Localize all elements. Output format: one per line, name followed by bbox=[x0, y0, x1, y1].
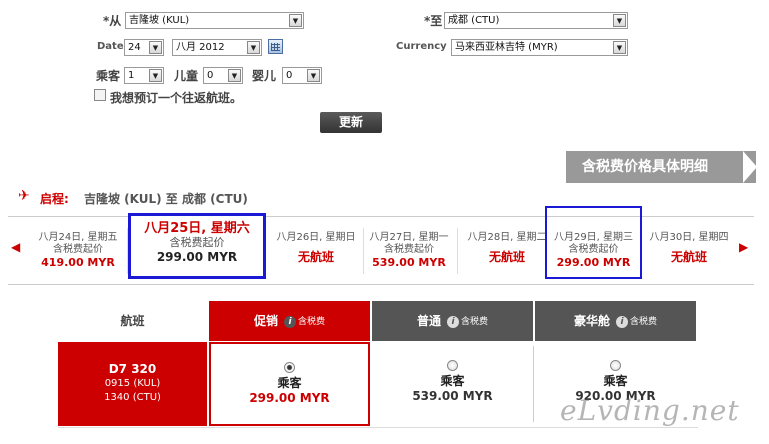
fare-price: 299.00 MYR bbox=[249, 391, 330, 405]
day-cell[interactable]: 八月30日, 星期四 无航班 bbox=[640, 220, 738, 280]
fare-header-promo: 促销 i 含税费 bbox=[209, 301, 370, 341]
flight-arrival: 1340 (CTU) bbox=[104, 392, 161, 403]
watermark: eLvding.net bbox=[560, 394, 740, 427]
fare-price: 539.00 MYR bbox=[412, 389, 493, 403]
info-icon[interactable]: i bbox=[616, 315, 628, 328]
table-bottom-border bbox=[58, 427, 698, 428]
child-select[interactable]: 0 ▼ bbox=[203, 67, 243, 84]
fare-header-premium: 豪华舱 i 含税费 bbox=[535, 301, 696, 341]
strip-bottom-border bbox=[8, 284, 754, 285]
day-price: 299.00 MYR bbox=[556, 256, 631, 269]
fare-name: 普通 bbox=[416, 314, 441, 328]
fare-header-standard: 普通 i 含税费 bbox=[372, 301, 533, 341]
child-value: 0 bbox=[207, 70, 214, 81]
day-date: 八月29日, 星期三 bbox=[553, 232, 634, 243]
currency-label: Currency bbox=[396, 41, 447, 52]
child-label: 儿童 bbox=[174, 69, 199, 83]
to-label: *至 bbox=[424, 14, 443, 28]
from-value: 吉隆坡 (KUL) bbox=[129, 15, 190, 26]
update-button[interactable]: 更新 bbox=[320, 112, 382, 133]
day-cell-selected[interactable]: 八月25日, 星期六 含税费起价 299.00 MYR bbox=[128, 213, 266, 279]
currency-select[interactable]: 马来西亚林吉特 (MYR) ▼ bbox=[451, 39, 628, 56]
from-label: *从 bbox=[103, 14, 122, 28]
day-cell[interactable]: 八月24日, 星期五 含税费起价 419.00 MYR bbox=[29, 220, 127, 280]
day-sub: 含税费起价 bbox=[169, 236, 225, 249]
day-no-flight: 无航班 bbox=[488, 250, 525, 264]
chevron-down-icon: ▼ bbox=[289, 14, 302, 27]
flight-number: D7 320 bbox=[108, 362, 157, 376]
day-cell[interactable]: 八月27日, 星期一 含税费起价 539.00 MYR bbox=[360, 220, 458, 280]
fare-radio[interactable] bbox=[447, 360, 458, 371]
adult-value: 1 bbox=[128, 70, 135, 81]
fare-cell-promo[interactable]: 乘客 299.00 MYR bbox=[209, 342, 370, 426]
day-price: 539.00 MYR bbox=[372, 256, 446, 269]
day-cell-highlighted[interactable]: 八月29日, 星期三 含税费起价 299.00 MYR bbox=[545, 206, 642, 279]
day-date: 八月24日, 星期五 bbox=[38, 232, 118, 243]
fare-name: 促销 bbox=[253, 314, 278, 328]
calendar-icon[interactable] bbox=[268, 39, 283, 54]
day-sub: 含税费起价 bbox=[568, 244, 619, 255]
fare-pax-label: 乘客 bbox=[603, 374, 628, 388]
fare-radio[interactable] bbox=[610, 360, 621, 371]
day-cell[interactable]: 八月26日, 星期日 无航班 bbox=[267, 220, 365, 280]
chevron-down-icon: ▼ bbox=[149, 69, 162, 82]
infant-value: 0 bbox=[286, 70, 293, 81]
day-date: 八月25日, 星期六 bbox=[144, 221, 250, 236]
to-value: 成都 (CTU) bbox=[448, 15, 500, 26]
fare-pax-label: 乘客 bbox=[277, 376, 302, 390]
plane-icon: ✈ bbox=[18, 188, 30, 204]
date-day-value: 24 bbox=[128, 42, 141, 53]
day-no-flight: 无航班 bbox=[670, 250, 707, 264]
route-text: 吉隆坡 (KUL) 至 成都 (CTU) bbox=[84, 192, 248, 206]
day-sub: 含税费起价 bbox=[384, 244, 434, 255]
date-month-value: 八月 2012 bbox=[176, 42, 225, 53]
return-label: 我想预订一个往返航班。 bbox=[110, 91, 243, 105]
fare-tax: 含税费 bbox=[298, 316, 326, 327]
day-date: 八月28日, 星期二 bbox=[467, 232, 547, 243]
next-arrow-icon[interactable]: ▶ bbox=[739, 240, 748, 254]
return-checkbox[interactable] bbox=[94, 89, 106, 101]
fare-divider bbox=[533, 346, 534, 422]
day-date: 八月30日, 星期四 bbox=[649, 232, 729, 243]
day-price: 299.00 MYR bbox=[156, 250, 238, 264]
adult-select[interactable]: 1 ▼ bbox=[124, 67, 164, 84]
currency-value: 马来西亚林吉特 (MYR) bbox=[455, 42, 558, 53]
info-icon[interactable]: i bbox=[284, 315, 296, 328]
from-select[interactable]: 吉隆坡 (KUL) ▼ bbox=[125, 12, 304, 29]
adult-label: 乘客 bbox=[96, 69, 121, 83]
route-label: 启程: bbox=[40, 192, 69, 206]
date-label: Date bbox=[97, 41, 124, 52]
chevron-down-icon: ▼ bbox=[613, 41, 626, 54]
chevron-down-icon: ▼ bbox=[307, 69, 320, 82]
fare-cell-standard[interactable]: 乘客 539.00 MYR bbox=[372, 342, 533, 426]
day-cell[interactable]: 八月28日, 星期二 无航班 bbox=[458, 220, 556, 280]
date-month-select[interactable]: 八月 2012 ▼ bbox=[172, 39, 262, 56]
day-sub: 含税费起价 bbox=[53, 244, 103, 255]
chevron-down-icon: ▼ bbox=[247, 41, 260, 54]
info-icon[interactable]: i bbox=[447, 315, 459, 328]
to-select[interactable]: 成都 (CTU) ▼ bbox=[444, 12, 628, 29]
fare-radio-selected[interactable] bbox=[284, 362, 295, 373]
fare-name: 豪华舱 bbox=[573, 314, 610, 328]
day-price: 419.00 MYR bbox=[41, 256, 115, 269]
flight-departure: 0915 (KUL) bbox=[104, 378, 161, 389]
fare-tax: 含税费 bbox=[461, 316, 489, 327]
infant-select[interactable]: 0 ▼ bbox=[282, 67, 322, 84]
flight-info-cell: D7 320 0915 (KUL) 1340 (CTU) bbox=[58, 342, 207, 426]
prev-arrow-icon[interactable]: ◀ bbox=[11, 240, 20, 254]
strip-top-border bbox=[8, 216, 754, 217]
chevron-down-icon: ▼ bbox=[228, 69, 241, 82]
flight-header: 航班 bbox=[120, 314, 145, 328]
fare-pax-label: 乘客 bbox=[440, 374, 465, 388]
chevron-down-icon: ▼ bbox=[149, 41, 162, 54]
date-day-select[interactable]: 24 ▼ bbox=[124, 39, 164, 56]
fare-tax: 含税费 bbox=[630, 316, 658, 327]
day-date: 八月27日, 星期一 bbox=[369, 232, 449, 243]
chevron-down-icon: ▼ bbox=[613, 14, 626, 27]
day-no-flight: 无航班 bbox=[297, 250, 334, 264]
infant-label: 婴儿 bbox=[252, 69, 277, 83]
price-details-banner[interactable]: 含税费价格具体明细 bbox=[566, 151, 757, 183]
day-date: 八月26日, 星期日 bbox=[276, 232, 356, 243]
